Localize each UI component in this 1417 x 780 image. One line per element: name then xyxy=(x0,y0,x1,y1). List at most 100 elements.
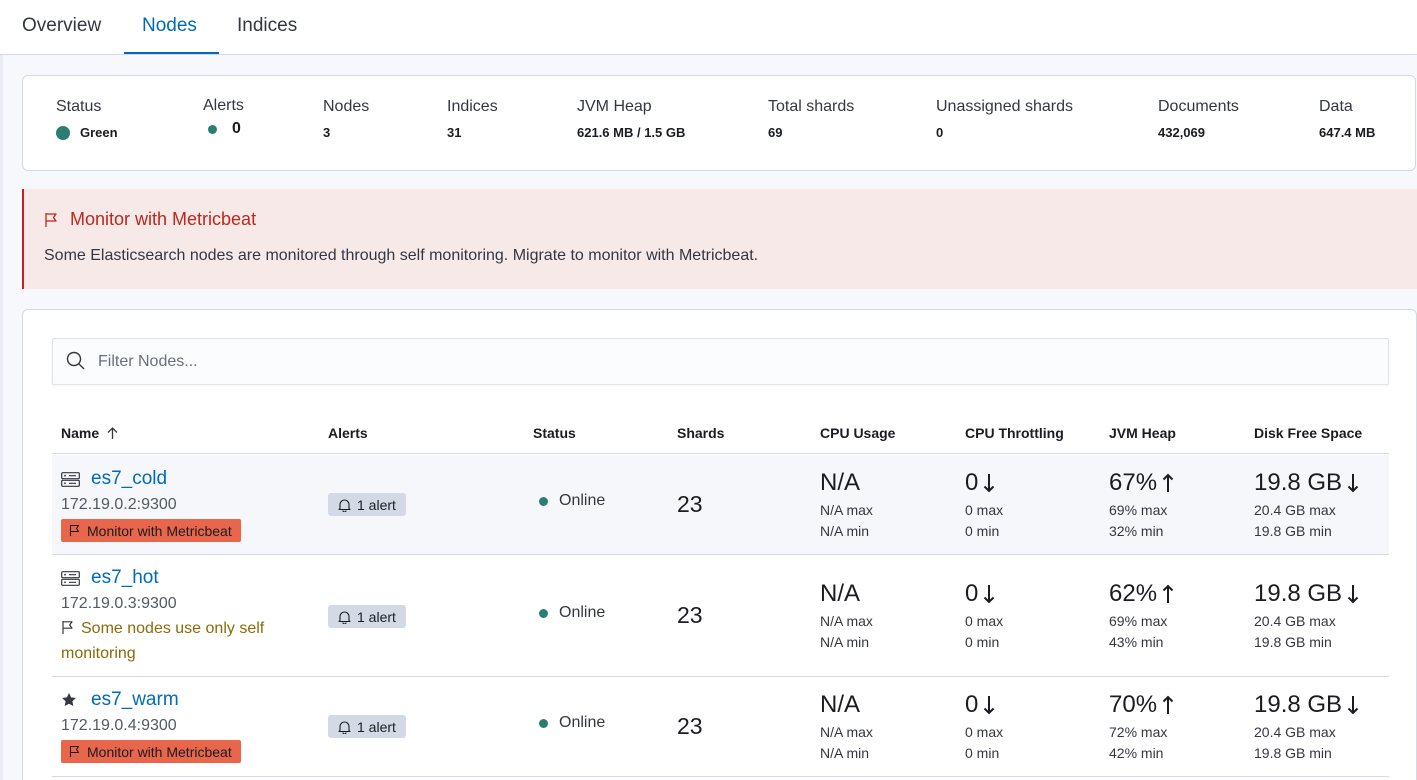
disk-free-value: 19.8 GB xyxy=(1254,691,1343,718)
node-name-cell: es7_cold 172.19.0.2:9300 Monitor with Me… xyxy=(61,468,241,542)
shards-count: 23 xyxy=(677,602,703,628)
filter-nodes-input[interactable] xyxy=(98,339,1378,384)
node-name: es7_cold xyxy=(91,468,168,489)
cpu-usage-min: N/A min xyxy=(820,634,870,650)
cpu-throttling-max: 0 max xyxy=(965,502,1004,518)
summary-status: Status Green xyxy=(56,98,118,140)
bell-icon xyxy=(338,720,357,734)
tab-overview[interactable]: Overview xyxy=(22,0,101,55)
table-row: es7_cold 172.19.0.2:9300 Monitor with Me… xyxy=(52,455,1389,555)
status-cell: Online xyxy=(539,492,605,510)
summary-unassigned-shards: Unassigned shards 0 xyxy=(936,98,1073,140)
warning-label: Some nodes use only self monitoring xyxy=(61,620,265,662)
alerts-dot-icon xyxy=(208,124,217,134)
jvm-heap-min: 43% min xyxy=(1109,634,1164,650)
cpu-usage-value: N/A xyxy=(820,580,861,607)
summary-data: Data 647.4 MB xyxy=(1319,98,1375,140)
summary-status-value: Green xyxy=(80,125,118,140)
nodes-table-panel: Name Alerts Status Shards CPU Usage CPU … xyxy=(22,309,1417,780)
cpu-throttling-cell: 0 0 max 0 min xyxy=(965,691,1003,764)
cpu-throttling-cell: 0 0 max 0 min xyxy=(965,469,1003,542)
column-header-name-label: Name xyxy=(61,425,100,441)
node-name: es7_hot xyxy=(91,567,159,588)
callout-title-row: Monitor with Metricbeat xyxy=(44,209,256,230)
column-header-name[interactable]: Name xyxy=(61,425,119,441)
summary-documents: Documents 432,069 xyxy=(1158,98,1239,140)
node-address: 172.19.0.3:9300 xyxy=(61,595,177,612)
column-header-jvm-heap[interactable]: JVM Heap xyxy=(1109,425,1176,441)
flag-icon xyxy=(69,524,87,537)
disk-free-value: 19.8 GB xyxy=(1254,469,1343,496)
left-edge xyxy=(0,55,3,780)
summary-documents-value: 432,069 xyxy=(1158,125,1205,140)
summary-alerts: Alerts 0 xyxy=(203,97,244,138)
node-address: 172.19.0.2:9300 xyxy=(61,496,177,513)
node-link[interactable]: es7_warm xyxy=(61,689,241,711)
disk-free-max: 20.4 GB max xyxy=(1254,613,1336,629)
cpu-usage-cell: N/A N/A max N/A min xyxy=(820,691,873,764)
node-link[interactable]: es7_hot xyxy=(61,567,301,589)
alerts-cell: 1 alert xyxy=(328,493,406,517)
filter-nodes-search[interactable] xyxy=(52,338,1389,385)
cpu-throttling-cell: 0 0 max 0 min xyxy=(965,580,1003,653)
server-icon xyxy=(61,570,81,586)
summary-unassigned-shards-value: 0 xyxy=(936,125,944,140)
jvm-heap-max: 72% max xyxy=(1109,724,1168,740)
status-cell: Online xyxy=(539,714,605,732)
summary-alerts-label: Alerts xyxy=(203,97,244,114)
summary-unassigned-shards-label: Unassigned shards xyxy=(936,98,1073,115)
alert-badge-label: 1 alert xyxy=(357,496,396,513)
cpu-usage-max: N/A max xyxy=(820,613,873,629)
cpu-usage-min: N/A min xyxy=(820,745,870,761)
column-header-cpu-throttling[interactable]: CPU Throttling xyxy=(965,425,1064,441)
node-status: Online xyxy=(559,604,606,621)
status-dot-icon xyxy=(56,125,70,140)
tab-indices[interactable]: Indices xyxy=(237,0,297,55)
metricbeat-callout: Monitor with Metricbeat Some Elasticsear… xyxy=(22,189,1417,289)
column-header-alerts[interactable]: Alerts xyxy=(328,425,368,441)
alert-badge[interactable]: 1 alert xyxy=(328,605,406,628)
summary-data-value: 647.4 MB xyxy=(1319,125,1376,140)
summary-data-label: Data xyxy=(1319,98,1353,115)
column-header-status[interactable]: Status xyxy=(533,425,576,441)
alert-badge[interactable]: 1 alert xyxy=(328,493,406,516)
jvm-heap-min: 42% min xyxy=(1109,745,1164,761)
summary-total-shards-value: 69 xyxy=(768,125,783,140)
node-link[interactable]: es7_cold xyxy=(61,468,241,490)
active-tab-indicator xyxy=(124,52,219,54)
arrow-down-icon xyxy=(1342,584,1359,604)
flag-icon xyxy=(69,745,87,758)
tab-nodes[interactable]: Nodes xyxy=(142,0,197,55)
table-row: es7_hot 172.19.0.3:9300 Some nodes use o… xyxy=(52,555,1389,677)
cpu-throttling-value: 0 xyxy=(965,580,979,607)
disk-free-min: 19.8 GB min xyxy=(1254,634,1332,650)
jvm-heap-cell: 62% 69% max 43% min xyxy=(1109,580,1174,653)
monitor-with-metricbeat-badge[interactable]: Monitor with Metricbeat xyxy=(61,740,241,763)
summary-indices: Indices 31 xyxy=(447,98,498,140)
disk-free-value: 19.8 GB xyxy=(1254,580,1343,607)
column-header-disk-free-space[interactable]: Disk Free Space xyxy=(1254,425,1362,441)
cpu-usage-value: N/A xyxy=(820,469,861,496)
shards-count: 23 xyxy=(677,713,703,739)
summary-total-shards-label: Total shards xyxy=(768,98,855,115)
node-name-cell: es7_warm 172.19.0.4:9300 Monitor with Me… xyxy=(61,689,241,763)
star-icon xyxy=(61,692,81,708)
cpu-throttling-min: 0 min xyxy=(965,745,1000,761)
callout-text: Some Elasticsearch nodes are monitored t… xyxy=(44,247,759,264)
node-status: Online xyxy=(559,714,606,731)
self-monitoring-warning[interactable]: Some nodes use only self monitoring xyxy=(61,616,301,666)
table-header: Name Alerts Status Shards CPU Usage CPU … xyxy=(52,410,1389,454)
cpu-usage-min: N/A min xyxy=(820,523,870,539)
cpu-throttling-min: 0 min xyxy=(965,634,1000,650)
alerts-cell: 1 alert xyxy=(328,715,406,739)
jvm-heap-cell: 67% 69% max 32% min xyxy=(1109,469,1174,542)
alert-badge[interactable]: 1 alert xyxy=(328,715,406,738)
arrow-down-icon xyxy=(978,473,995,493)
jvm-heap-max: 69% max xyxy=(1109,502,1168,518)
column-header-cpu-usage[interactable]: CPU Usage xyxy=(820,425,895,441)
jvm-heap-value: 67% xyxy=(1109,469,1158,496)
column-header-shards[interactable]: Shards xyxy=(677,425,724,441)
summary-jvm-heap-value: 621.6 MB / 1.5 GB xyxy=(577,125,686,140)
callout-title: Monitor with Metricbeat xyxy=(70,209,257,229)
monitor-with-metricbeat-badge[interactable]: Monitor with Metricbeat xyxy=(61,519,241,542)
